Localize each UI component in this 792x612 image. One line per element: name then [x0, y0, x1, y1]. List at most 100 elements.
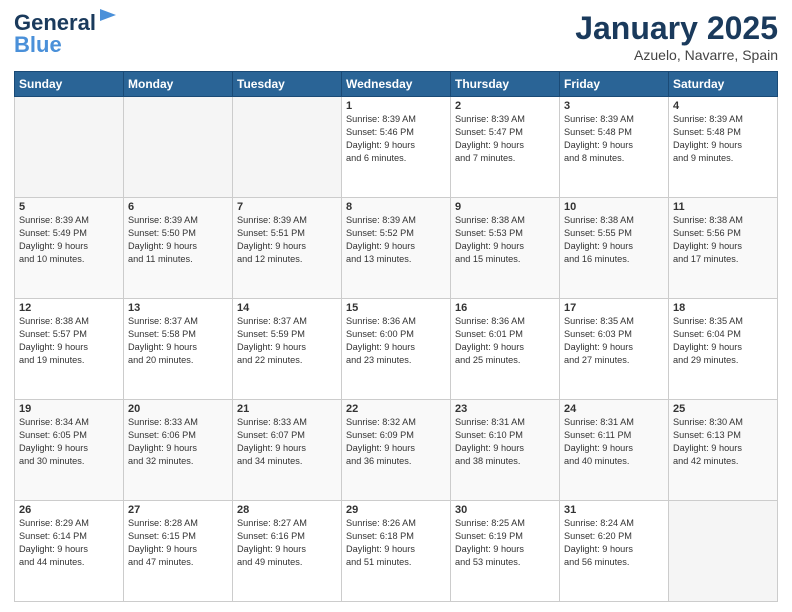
calendar-cell: 20Sunrise: 8:33 AM Sunset: 6:06 PM Dayli…: [124, 400, 233, 501]
calendar-cell: 9Sunrise: 8:38 AM Sunset: 5:53 PM Daylig…: [451, 198, 560, 299]
calendar-cell: 8Sunrise: 8:39 AM Sunset: 5:52 PM Daylig…: [342, 198, 451, 299]
week-row-1: 1Sunrise: 8:39 AM Sunset: 5:46 PM Daylig…: [15, 97, 778, 198]
day-number: 29: [346, 504, 446, 516]
week-row-2: 5Sunrise: 8:39 AM Sunset: 5:49 PM Daylig…: [15, 198, 778, 299]
cell-content: Sunrise: 8:27 AM Sunset: 6:16 PM Dayligh…: [237, 517, 337, 569]
day-number: 9: [455, 201, 555, 213]
cell-content: Sunrise: 8:31 AM Sunset: 6:11 PM Dayligh…: [564, 416, 664, 468]
cell-content: Sunrise: 8:32 AM Sunset: 6:09 PM Dayligh…: [346, 416, 446, 468]
logo-content: General Blue: [14, 10, 118, 58]
day-number: 13: [128, 302, 228, 314]
calendar-cell: 29Sunrise: 8:26 AM Sunset: 6:18 PM Dayli…: [342, 501, 451, 602]
calendar-cell: [124, 97, 233, 198]
day-number: 6: [128, 201, 228, 213]
day-number: 27: [128, 504, 228, 516]
cell-content: Sunrise: 8:39 AM Sunset: 5:52 PM Dayligh…: [346, 214, 446, 266]
calendar-cell: 2Sunrise: 8:39 AM Sunset: 5:47 PM Daylig…: [451, 97, 560, 198]
calendar-cell: 26Sunrise: 8:29 AM Sunset: 6:14 PM Dayli…: [15, 501, 124, 602]
day-number: 1: [346, 100, 446, 112]
cell-content: Sunrise: 8:39 AM Sunset: 5:48 PM Dayligh…: [564, 113, 664, 165]
calendar-cell: 24Sunrise: 8:31 AM Sunset: 6:11 PM Dayli…: [560, 400, 669, 501]
day-number: 11: [673, 201, 773, 213]
calendar-cell: [233, 97, 342, 198]
cell-content: Sunrise: 8:39 AM Sunset: 5:46 PM Dayligh…: [346, 113, 446, 165]
cell-content: Sunrise: 8:26 AM Sunset: 6:18 PM Dayligh…: [346, 517, 446, 569]
day-number: 22: [346, 403, 446, 415]
cell-content: Sunrise: 8:24 AM Sunset: 6:20 PM Dayligh…: [564, 517, 664, 569]
weekday-header-tuesday: Tuesday: [233, 72, 342, 97]
cell-content: Sunrise: 8:39 AM Sunset: 5:48 PM Dayligh…: [673, 113, 773, 165]
cell-content: Sunrise: 8:35 AM Sunset: 6:03 PM Dayligh…: [564, 315, 664, 367]
cell-content: Sunrise: 8:39 AM Sunset: 5:49 PM Dayligh…: [19, 214, 119, 266]
calendar-cell: 3Sunrise: 8:39 AM Sunset: 5:48 PM Daylig…: [560, 97, 669, 198]
calendar-cell: 16Sunrise: 8:36 AM Sunset: 6:01 PM Dayli…: [451, 299, 560, 400]
day-number: 20: [128, 403, 228, 415]
cell-content: Sunrise: 8:34 AM Sunset: 6:05 PM Dayligh…: [19, 416, 119, 468]
cell-content: Sunrise: 8:39 AM Sunset: 5:47 PM Dayligh…: [455, 113, 555, 165]
day-number: 28: [237, 504, 337, 516]
weekday-header-friday: Friday: [560, 72, 669, 97]
cell-content: Sunrise: 8:36 AM Sunset: 6:00 PM Dayligh…: [346, 315, 446, 367]
day-number: 21: [237, 403, 337, 415]
calendar-cell: 28Sunrise: 8:27 AM Sunset: 6:16 PM Dayli…: [233, 501, 342, 602]
day-number: 3: [564, 100, 664, 112]
calendar-cell: 30Sunrise: 8:25 AM Sunset: 6:19 PM Dayli…: [451, 501, 560, 602]
cell-content: Sunrise: 8:33 AM Sunset: 6:06 PM Dayligh…: [128, 416, 228, 468]
cell-content: Sunrise: 8:38 AM Sunset: 5:57 PM Dayligh…: [19, 315, 119, 367]
calendar-cell: 5Sunrise: 8:39 AM Sunset: 5:49 PM Daylig…: [15, 198, 124, 299]
calendar-cell: 23Sunrise: 8:31 AM Sunset: 6:10 PM Dayli…: [451, 400, 560, 501]
cell-content: Sunrise: 8:25 AM Sunset: 6:19 PM Dayligh…: [455, 517, 555, 569]
calendar-cell: 4Sunrise: 8:39 AM Sunset: 5:48 PM Daylig…: [669, 97, 778, 198]
day-number: 17: [564, 302, 664, 314]
cell-content: Sunrise: 8:38 AM Sunset: 5:56 PM Dayligh…: [673, 214, 773, 266]
logo-flag-icon: [98, 7, 118, 27]
weekday-header-sunday: Sunday: [15, 72, 124, 97]
calendar-cell: [669, 501, 778, 602]
cell-content: Sunrise: 8:35 AM Sunset: 6:04 PM Dayligh…: [673, 315, 773, 367]
cell-content: Sunrise: 8:37 AM Sunset: 5:58 PM Dayligh…: [128, 315, 228, 367]
calendar-cell: 18Sunrise: 8:35 AM Sunset: 6:04 PM Dayli…: [669, 299, 778, 400]
cell-content: Sunrise: 8:38 AM Sunset: 5:55 PM Dayligh…: [564, 214, 664, 266]
cell-content: Sunrise: 8:39 AM Sunset: 5:51 PM Dayligh…: [237, 214, 337, 266]
cell-content: Sunrise: 8:39 AM Sunset: 5:50 PM Dayligh…: [128, 214, 228, 266]
cell-content: Sunrise: 8:36 AM Sunset: 6:01 PM Dayligh…: [455, 315, 555, 367]
title-area: January 2025 Azuelo, Navarre, Spain: [575, 10, 778, 63]
calendar-cell: 12Sunrise: 8:38 AM Sunset: 5:57 PM Dayli…: [15, 299, 124, 400]
calendar-cell: 13Sunrise: 8:37 AM Sunset: 5:58 PM Dayli…: [124, 299, 233, 400]
header: General Blue January 2025 Azuelo, Navarr…: [14, 10, 778, 63]
cell-content: Sunrise: 8:29 AM Sunset: 6:14 PM Dayligh…: [19, 517, 119, 569]
cell-content: Sunrise: 8:31 AM Sunset: 6:10 PM Dayligh…: [455, 416, 555, 468]
day-number: 26: [19, 504, 119, 516]
day-number: 24: [564, 403, 664, 415]
day-number: 5: [19, 201, 119, 213]
weekday-header-saturday: Saturday: [669, 72, 778, 97]
calendar-cell: 14Sunrise: 8:37 AM Sunset: 5:59 PM Dayli…: [233, 299, 342, 400]
calendar-table: SundayMondayTuesdayWednesdayThursdayFrid…: [14, 71, 778, 602]
day-number: 2: [455, 100, 555, 112]
calendar-cell: 7Sunrise: 8:39 AM Sunset: 5:51 PM Daylig…: [233, 198, 342, 299]
page: General Blue January 2025 Azuelo, Navarr…: [0, 0, 792, 612]
day-number: 16: [455, 302, 555, 314]
month-year: January 2025: [575, 10, 778, 47]
weekday-header-thursday: Thursday: [451, 72, 560, 97]
calendar-cell: 27Sunrise: 8:28 AM Sunset: 6:15 PM Dayli…: [124, 501, 233, 602]
day-number: 19: [19, 403, 119, 415]
week-row-5: 26Sunrise: 8:29 AM Sunset: 6:14 PM Dayli…: [15, 501, 778, 602]
day-number: 4: [673, 100, 773, 112]
calendar-cell: 10Sunrise: 8:38 AM Sunset: 5:55 PM Dayli…: [560, 198, 669, 299]
calendar-cell: [15, 97, 124, 198]
day-number: 30: [455, 504, 555, 516]
cell-content: Sunrise: 8:38 AM Sunset: 5:53 PM Dayligh…: [455, 214, 555, 266]
calendar-cell: 11Sunrise: 8:38 AM Sunset: 5:56 PM Dayli…: [669, 198, 778, 299]
location: Azuelo, Navarre, Spain: [575, 47, 778, 63]
calendar-cell: 17Sunrise: 8:35 AM Sunset: 6:03 PM Dayli…: [560, 299, 669, 400]
day-number: 14: [237, 302, 337, 314]
weekday-header-wednesday: Wednesday: [342, 72, 451, 97]
day-number: 23: [455, 403, 555, 415]
calendar-cell: 25Sunrise: 8:30 AM Sunset: 6:13 PM Dayli…: [669, 400, 778, 501]
day-number: 31: [564, 504, 664, 516]
calendar-cell: 19Sunrise: 8:34 AM Sunset: 6:05 PM Dayli…: [15, 400, 124, 501]
day-number: 8: [346, 201, 446, 213]
day-number: 10: [564, 201, 664, 213]
day-number: 7: [237, 201, 337, 213]
